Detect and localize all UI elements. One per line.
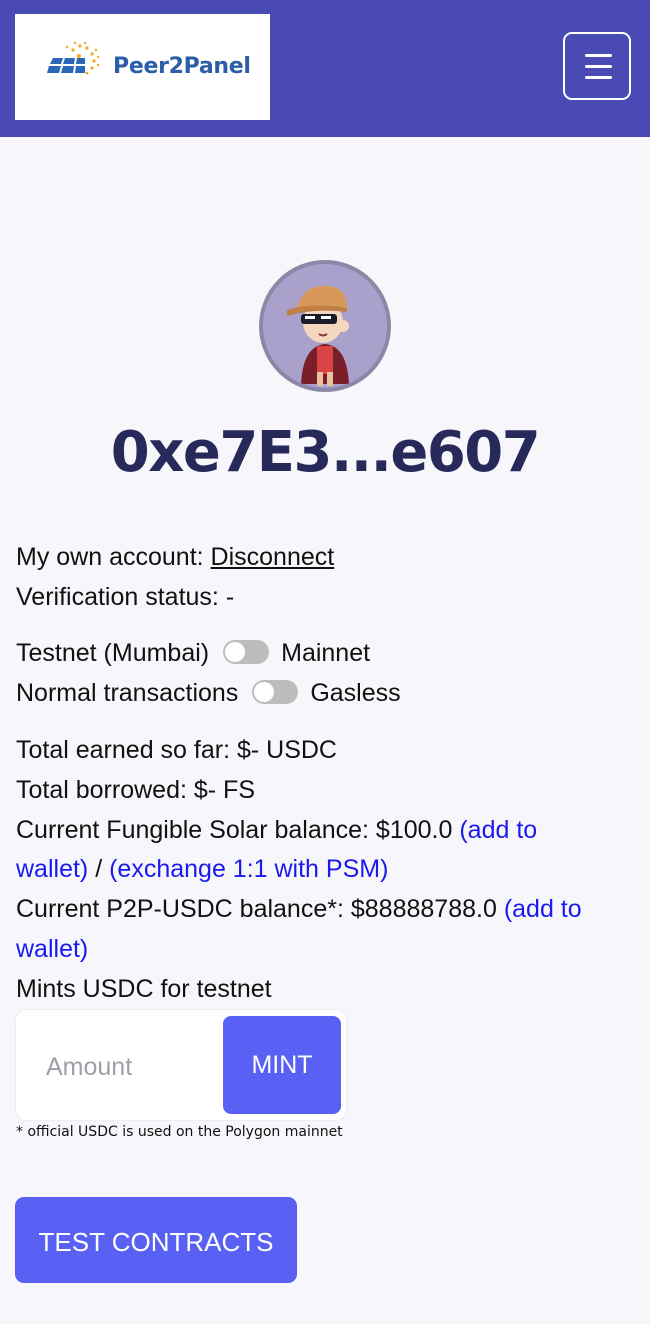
disconnect-link[interactable]: Disconnect — [211, 543, 335, 571]
mint-form: MINT — [16, 1010, 346, 1120]
fs-links-row: wallet) / (exchange 1:1 with PSM) — [16, 849, 388, 889]
network-toggle-row: Testnet (Mumbai) Mainnet — [16, 633, 370, 673]
fs-add-to-wallet-link-cont[interactable]: wallet) — [16, 855, 88, 883]
usdc-add-to-wallet-link-cont[interactable]: wallet) — [16, 935, 88, 963]
avatar — [259, 260, 391, 392]
wallet-address: 0xe7E3...e607 — [110, 420, 541, 485]
testnet-label: Testnet (Mumbai) — [16, 639, 210, 667]
solar-panel-logo-icon — [47, 42, 99, 75]
own-account-label: My own account: — [16, 543, 204, 571]
mints-usdc-label: Mints USDC for testnet — [16, 975, 272, 1003]
mainnet-label: Mainnet — [281, 639, 371, 667]
footnote: * official USDC is used on the Polygon m… — [16, 1124, 343, 1140]
fs-balance-row: Current Fungible Solar balance: $100.0 (… — [16, 810, 537, 850]
gasless-label: Gasless — [310, 679, 401, 707]
amount-input[interactable] — [44, 1046, 218, 1088]
navbar: Peer2Panel — [0, 0, 650, 137]
exchange-psm-link[interactable]: (exchange 1:1 with PSM) — [109, 855, 388, 883]
fs-balance: Current Fungible Solar balance: $100.0 — [16, 816, 453, 844]
cartoon-avatar-icon — [263, 264, 387, 388]
usdc-balance: Current P2P-USDC balance*: $88888788.0 — [16, 895, 497, 923]
usdc-wallet-row: wallet) — [16, 929, 88, 969]
verification-status: Verification status: - — [16, 583, 235, 611]
total-earned: Total earned so far: $- USDC — [16, 736, 337, 764]
gasless-toggle-switch[interactable] — [252, 680, 299, 705]
logo[interactable]: Peer2Panel — [15, 14, 270, 120]
hamburger-menu-icon — [585, 54, 612, 57]
gasless-toggle-row: Normal transactions Gasless — [16, 673, 401, 713]
slash-separator: / — [88, 855, 110, 883]
fs-add-to-wallet-link[interactable]: (add to — [459, 816, 537, 844]
own-account-row: My own account: Disconnect — [16, 537, 334, 577]
test-contracts-button[interactable]: TEST CONTRACTS — [15, 1197, 297, 1283]
hamburger-menu-icon-middle — [585, 65, 612, 68]
usdc-balance-row: Current P2P-USDC balance*: $88888788.0 (… — [16, 889, 582, 929]
menu-toggle-button[interactable] — [563, 32, 631, 100]
total-borrowed: Total borrowed: $- FS — [16, 776, 255, 804]
mint-button[interactable]: MINT — [223, 1016, 341, 1114]
usdc-add-to-wallet-link[interactable]: (add to — [504, 895, 582, 923]
normal-transactions-label: Normal transactions — [16, 679, 239, 707]
logo-text: Peer2Panel — [113, 54, 251, 79]
hamburger-menu-icon-bottom — [585, 76, 612, 79]
network-toggle-switch[interactable] — [223, 640, 270, 665]
